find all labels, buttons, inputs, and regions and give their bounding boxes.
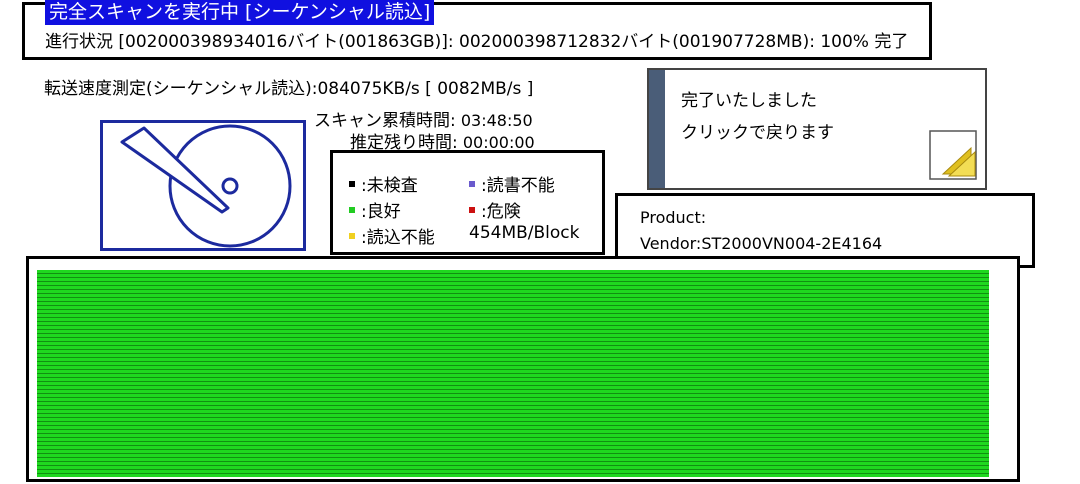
legend-label: :危険 <box>481 202 521 222</box>
legend-danger: :危険 <box>469 197 521 222</box>
speed-label: 転送速度測定(シーケンシャル読込): <box>44 79 318 99</box>
scan-block-map <box>37 270 989 477</box>
legend-rw-failed: :読書不能 <box>469 171 555 196</box>
block-size: 454MB/Block <box>469 223 580 243</box>
completion-message: 完了いたしました <box>681 91 817 111</box>
legend-label: :未検査 <box>361 176 418 196</box>
legend-swatch <box>349 206 355 213</box>
progress-line: 進行状況 [002000398934016バイト(001863GB)]: 002… <box>45 27 908 52</box>
legend-label: :良好 <box>361 202 401 222</box>
scan-map-panel <box>26 256 1020 482</box>
scan-title: 完全スキャンを実行中 [シーケンシャル読込] <box>45 0 435 25</box>
legend-swatch <box>469 180 475 187</box>
legend-unchecked: :未検査 <box>349 171 418 196</box>
speed-value: 084075KB/s [ 0082MB/s ] <box>317 79 534 99</box>
legend-swatch <box>349 180 355 187</box>
completion-dialog[interactable]: 完了いたしました クリックで戻ります <box>647 68 987 190</box>
legend-read-failed: :読込不能 <box>349 223 435 248</box>
legend-swatch <box>469 206 475 213</box>
legend-label: :読込不能 <box>361 228 435 248</box>
transfer-speed: 転送速度測定(シーケンシャル読込):084075KB/s [ 0082MB/s … <box>44 74 533 99</box>
dialog-accent-bar <box>649 70 665 188</box>
legend-swatch <box>349 232 355 239</box>
return-pages-icon[interactable] <box>929 130 979 182</box>
legend-label: :読書不能 <box>481 176 555 196</box>
vendor-line: Vendor:ST2000VN004-2E4164 <box>640 234 883 253</box>
hard-disk-icon <box>100 120 306 251</box>
scan-status-panel: 完全スキャンを実行中 [シーケンシャル読込] 進行状況 [00200039893… <box>22 0 932 60</box>
progress-label: 進行状況 <box>45 32 113 52</box>
legend-good: :良好 <box>349 197 401 222</box>
progress-text: [002000398934016バイト(001863GB)]: 00200039… <box>118 32 909 52</box>
legend: :未検査 :読書不能 :良好 :危険 :読込不能 454MB/Block <box>330 150 605 255</box>
click-to-return-message: クリックで戻ります <box>681 123 834 143</box>
product-line: Product: <box>640 208 707 227</box>
